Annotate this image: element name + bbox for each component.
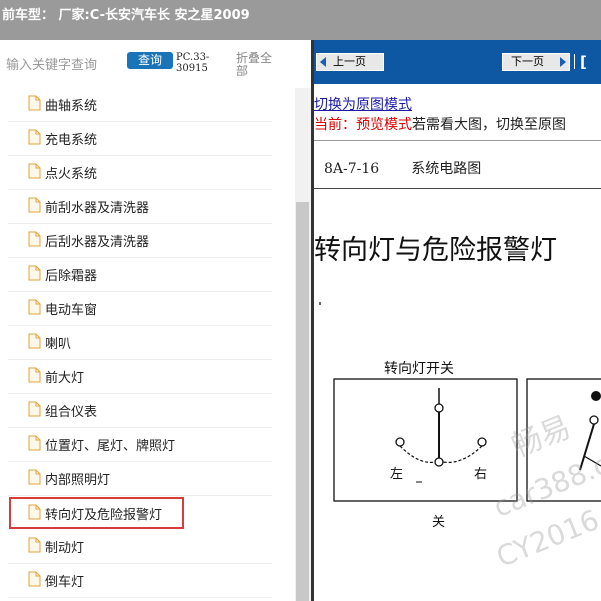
arrow-left-icon [320, 57, 326, 67]
vehicle-title: 前车型： 厂家:C-长安汽车长 安之星2009 [2, 8, 250, 23]
terminal [434, 403, 444, 413]
prev-page-label: 上一页 [333, 55, 366, 68]
tree-item-label: 倒车灯 [45, 575, 85, 590]
tree-item[interactable]: 喇叭 [8, 326, 272, 360]
tree-item[interactable]: 内部照明灯 [8, 462, 272, 496]
terminal [477, 437, 487, 447]
tree-item[interactable]: 组合仪表 [8, 394, 272, 428]
sidebar: 输入关键字查询 查询 PC.33-30915 折叠全部 曲轴系统充电系统点火系统… [0, 40, 311, 601]
document-header: 8A-7-16 系统电路图 [324, 158, 481, 178]
category-tree: 曲轴系统充电系统点火系统前刮水器及清洗器 后刮水器及清洗器 后除霜器电动车窗喇叭前大… [0, 88, 295, 601]
scrollbar-thumb[interactable] [296, 202, 309, 601]
tree-item-label: 内部照明灯 [45, 473, 111, 488]
terminal [591, 391, 601, 401]
switch-arc [399, 445, 436, 464]
prev-page-button[interactable]: 上一页 [316, 53, 384, 71]
tree-item-label: 组合仪表 [45, 405, 98, 420]
document-icon [28, 265, 41, 281]
document-icon [28, 95, 41, 111]
search-input[interactable]: 输入关键字查询 [6, 54, 97, 73]
document-icon [28, 197, 41, 213]
document-icon [28, 401, 41, 417]
document-icon [28, 299, 41, 315]
document-icon [28, 435, 41, 451]
tree-item-label: 电动车窗 [45, 303, 98, 318]
switch-box [333, 378, 518, 502]
tree-item-label: 点火系统 [45, 167, 98, 182]
tree-item-label: 制动灯 [45, 541, 85, 556]
document-icon [28, 231, 41, 247]
document-icon [28, 571, 41, 587]
switch-original-link[interactable]: 切换为原图模式 [314, 94, 412, 114]
terminal [434, 457, 444, 467]
tree-item-label: 后除霜器 [45, 269, 98, 284]
left-label: 左 [390, 467, 403, 482]
arrow-right-icon [560, 57, 566, 67]
viewer-toolbar: 上一页 下一页 [ [314, 40, 601, 84]
tree-item[interactable]: 制动灯 [8, 530, 272, 564]
document-icon [28, 469, 41, 485]
terminal [395, 437, 405, 447]
search-bar: 输入关键字查询 查询 PC.33-30915 折叠全部 [0, 40, 311, 88]
tree-item-label: 前大灯 [45, 371, 85, 386]
window-titlebar: 前车型： 厂家:C-长安汽车长 安之星2009 [0, 0, 601, 40]
tree-item-label: 喇叭 [45, 337, 72, 352]
next-page-button[interactable]: 下一页 [502, 53, 570, 71]
document-page-number: 8A-7-16 [324, 161, 380, 177]
tree-item[interactable]: 倒车灯 [8, 564, 272, 598]
tree-item[interactable]: 后除霜器 [8, 258, 272, 292]
document-icon [28, 504, 41, 520]
tree-item[interactable]: 点火系统 [8, 156, 272, 190]
next-page-label: 下一页 [511, 55, 544, 68]
off-label: 关 [432, 515, 445, 530]
tree-item-label: 转向灯及危险报警灯 [45, 508, 163, 523]
tree-item-selected[interactable]: 转向灯及危险报警灯 [9, 497, 184, 529]
right-label: 右 [474, 467, 487, 482]
current-mode-label: 当前：预览模式 [314, 117, 412, 133]
collapse-all-button[interactable]: 折叠全部 [236, 52, 276, 78]
current-mode-hint: 若需看大图，切换至原图 [412, 117, 566, 133]
tree-item[interactable]: 后刮水器及清洗器 [8, 224, 272, 258]
terminal [589, 415, 599, 425]
document-header-rule [314, 188, 601, 189]
document-icon [28, 163, 41, 179]
more-button[interactable]: [ [574, 53, 587, 71]
tree-item-label: 位置灯、尾灯、牌照灯 [45, 439, 176, 454]
tree-item-label: 前刮水器及清洗器 [45, 201, 150, 216]
document-icon [28, 333, 41, 349]
document-border [314, 140, 601, 141]
tree-item[interactable]: 电动车窗 [8, 292, 272, 326]
document-icon [28, 537, 41, 553]
document-icon [28, 367, 41, 383]
tree-item-label: 充电系统 [45, 133, 98, 148]
tree-item-label: 曲轴系统 [45, 99, 98, 114]
search-button[interactable]: 查询 [127, 52, 173, 69]
document-title: 转向灯与危险报警灯 [314, 235, 557, 266]
tree-item[interactable]: 前刮水器及清洗器 [8, 190, 272, 224]
document-icon [28, 129, 41, 145]
switch-arc [442, 445, 483, 464]
tree-item[interactable]: 曲轴系统 [8, 88, 272, 122]
document-section: 系统电路图 [411, 161, 482, 177]
current-mode-line: 当前：预览模式若需看大图，切换至原图 [314, 114, 566, 134]
pc-code: PC.33-30915 [176, 52, 210, 74]
tree-item[interactable]: 前大灯 [8, 360, 272, 394]
tree-item-label: 后刮水器及清洗器 [45, 235, 150, 250]
document-viewer: 上一页 下一页 [ 切换为原图模式 当前：预览模式若需看大图，切换至原图 8A-… [314, 40, 601, 601]
tree-item[interactable]: 充电系统 [8, 122, 272, 156]
tree-item[interactable]: 位置灯、尾灯、牌照灯 [8, 428, 272, 462]
scan-speck [319, 302, 321, 305]
